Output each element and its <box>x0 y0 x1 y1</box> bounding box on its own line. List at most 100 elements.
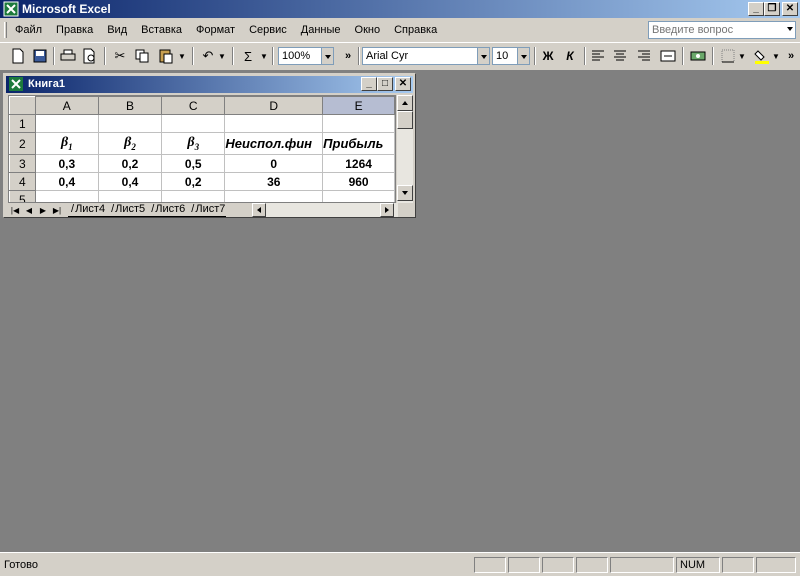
fill-color-dropdown-icon[interactable]: ▼ <box>770 46 782 66</box>
new-file-icon[interactable] <box>8 46 28 66</box>
cell-a5[interactable] <box>34 190 99 202</box>
horizontal-scrollbar[interactable] <box>252 203 398 217</box>
sheet-tab-4[interactable]: Лист4 <box>68 203 109 217</box>
cell-c5[interactable] <box>161 190 226 202</box>
cell-a1[interactable] <box>34 114 99 133</box>
help-question-input[interactable] <box>649 22 777 38</box>
align-center-icon[interactable] <box>610 46 630 66</box>
copy-icon[interactable] <box>132 46 152 66</box>
cell-c1[interactable] <box>161 114 226 133</box>
column-header-d[interactable]: D <box>224 96 324 115</box>
menu-window[interactable]: Окно <box>355 24 381 36</box>
cell-c2[interactable]: β3 <box>161 132 226 155</box>
vertical-scrollbar[interactable] <box>397 95 413 203</box>
font-size-select[interactable]: 10 <box>492 47 530 65</box>
minimize-button[interactable]: _ <box>361 77 377 91</box>
first-sheet-icon[interactable]: |◀ <box>8 206 22 215</box>
cell-b5[interactable] <box>97 190 163 202</box>
maximize-button[interactable]: □ <box>377 77 393 91</box>
align-right-icon[interactable] <box>634 46 654 66</box>
borders-icon[interactable] <box>718 46 738 66</box>
font-name-select[interactable]: Arial Cyr <box>362 47 490 65</box>
chevron-down-icon[interactable] <box>787 27 793 31</box>
cell-b1[interactable] <box>97 114 163 133</box>
cell-b4[interactable]: 0,4 <box>97 172 163 191</box>
cell-e1[interactable] <box>322 114 395 133</box>
autosum-icon[interactable]: Σ <box>238 46 258 66</box>
cell-e2[interactable]: Прибыль <box>322 132 395 155</box>
cell-e4[interactable]: 960 <box>322 172 395 191</box>
cell-d5[interactable] <box>224 190 324 202</box>
bold-button[interactable]: Ж <box>538 46 558 66</box>
chevron-down-icon[interactable] <box>517 48 529 64</box>
menu-grip[interactable] <box>4 22 7 38</box>
print-preview-icon[interactable] <box>80 46 100 66</box>
chevron-down-icon[interactable] <box>321 48 333 64</box>
italic-button[interactable]: К <box>560 46 580 66</box>
row-header-5[interactable]: 5 <box>9 190 36 202</box>
next-sheet-icon[interactable]: ▶ <box>36 206 50 215</box>
paste-dropdown-icon[interactable]: ▼ <box>176 46 188 66</box>
menu-view[interactable]: Вид <box>107 24 127 36</box>
row-header-2[interactable]: 2 <box>9 132 36 155</box>
cell-e5[interactable] <box>322 190 395 202</box>
toolbar-overflow-icon[interactable]: » <box>338 46 358 66</box>
column-header-b[interactable]: B <box>97 96 163 115</box>
column-header-e[interactable]: E <box>322 96 395 115</box>
cell-b2[interactable]: β2 <box>97 132 163 155</box>
chevron-down-icon[interactable] <box>477 48 489 64</box>
align-left-icon[interactable] <box>588 46 608 66</box>
undo-dropdown-icon[interactable]: ▼ <box>216 46 228 66</box>
cell-b3[interactable]: 0,2 <box>97 154 163 173</box>
currency-format-icon[interactable] <box>688 46 708 66</box>
menu-help[interactable]: Справка <box>394 24 437 36</box>
cell-a2[interactable]: β1 <box>34 132 99 155</box>
menu-insert[interactable]: Вставка <box>141 24 182 36</box>
sheet-tab-6[interactable]: Лист6 <box>148 203 189 217</box>
menu-file[interactable]: Файл <box>15 24 42 36</box>
close-button[interactable]: ✕ <box>395 77 411 91</box>
menu-format[interactable]: Формат <box>196 24 235 36</box>
zoom-select[interactable]: 100% <box>278 47 334 65</box>
cell-a3[interactable]: 0,3 <box>34 154 99 173</box>
cell-d2[interactable]: Неиспол.фин <box>224 132 324 155</box>
close-button[interactable]: ✕ <box>782 2 798 16</box>
undo-icon[interactable]: ↶ <box>198 46 218 66</box>
prev-sheet-icon[interactable]: ◀ <box>22 206 36 215</box>
spreadsheet-grid[interactable]: A B C D E 1 2 β1 β2 β3 Неиспол.фин Прибы… <box>8 95 396 203</box>
paste-icon[interactable] <box>156 46 176 66</box>
print-icon[interactable] <box>58 46 78 66</box>
column-header-a[interactable]: A <box>34 96 99 115</box>
sheet-tab-5[interactable]: Лист5 <box>108 203 149 217</box>
autosum-dropdown-icon[interactable]: ▼ <box>258 46 270 66</box>
cell-d3[interactable]: 0 <box>224 154 324 173</box>
merge-center-icon[interactable] <box>658 46 678 66</box>
row-header-3[interactable]: 3 <box>9 154 36 173</box>
menu-edit[interactable]: Правка <box>56 24 93 36</box>
last-sheet-icon[interactable]: ▶| <box>50 206 64 215</box>
cell-d4[interactable]: 36 <box>224 172 324 191</box>
borders-dropdown-icon[interactable]: ▼ <box>736 46 748 66</box>
save-icon[interactable] <box>30 46 50 66</box>
fill-color-icon[interactable] <box>752 46 772 66</box>
menu-tools[interactable]: Сервис <box>249 24 287 36</box>
cell-c4[interactable]: 0,2 <box>161 172 226 191</box>
menu-data[interactable]: Данные <box>301 24 341 36</box>
scroll-thumb[interactable] <box>397 111 413 129</box>
scroll-right-button[interactable] <box>380 203 394 217</box>
column-header-c[interactable]: C <box>161 96 226 115</box>
cell-c3[interactable]: 0,5 <box>161 154 226 173</box>
cell-a4[interactable]: 0,4 <box>34 172 99 191</box>
restore-button[interactable]: ❐ <box>764 2 780 16</box>
sheet-tab-7[interactable]: Лист7 <box>188 203 227 217</box>
scroll-up-button[interactable] <box>397 95 413 111</box>
cell-d1[interactable] <box>224 114 324 133</box>
help-question-box[interactable] <box>648 21 796 39</box>
scroll-left-button[interactable] <box>252 203 266 217</box>
row-header-4[interactable]: 4 <box>9 172 36 191</box>
minimize-button[interactable]: _ <box>748 2 764 16</box>
cell-e3[interactable]: 1264 <box>322 154 395 173</box>
scroll-down-button[interactable] <box>397 185 413 201</box>
select-all-corner[interactable] <box>9 96 36 115</box>
toolbar-overflow-icon[interactable]: » <box>784 46 798 66</box>
